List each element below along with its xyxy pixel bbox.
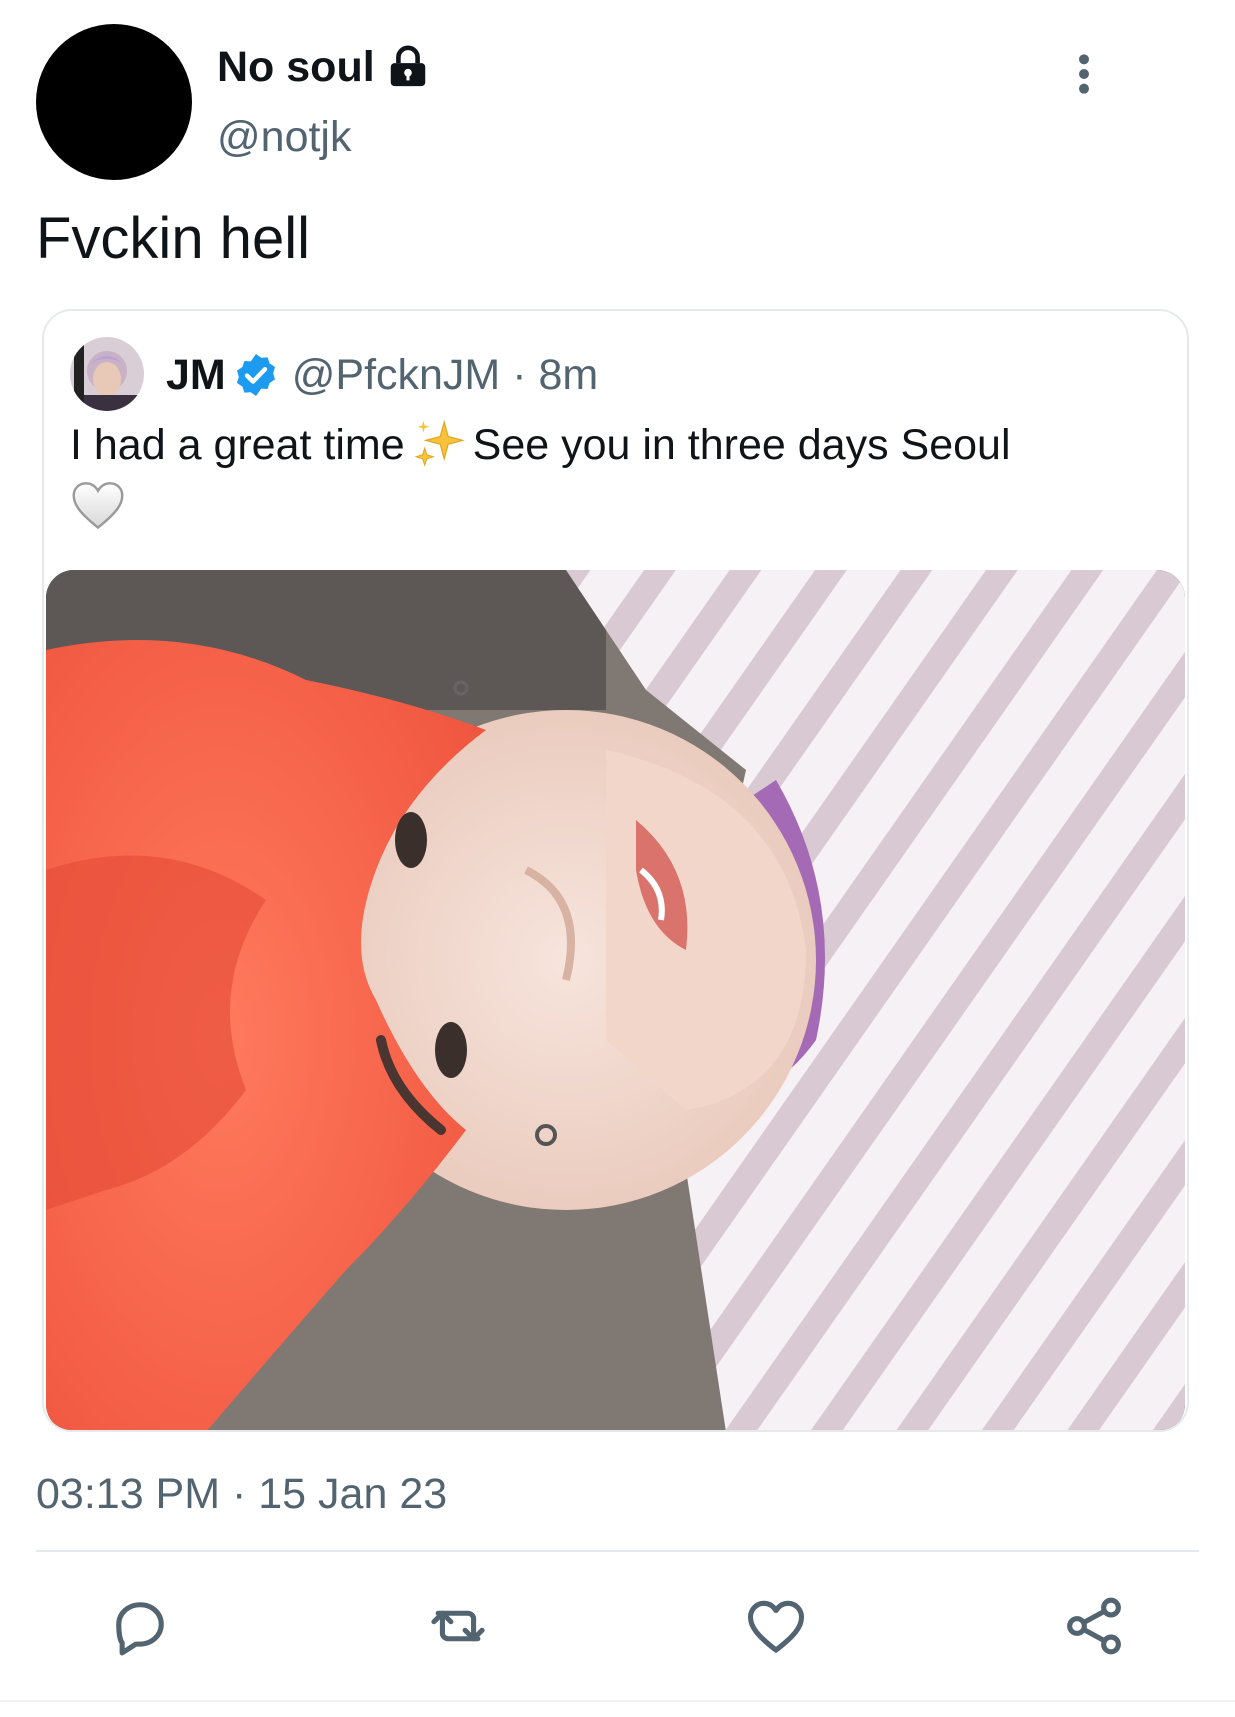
tweet-text: Fvckin hell xyxy=(36,206,310,271)
share-button[interactable] xyxy=(1060,1592,1128,1660)
quoted-tweet-card[interactable]: JM @PfcknJM · 8m I had a great time See … xyxy=(42,309,1189,1432)
sparkles-icon xyxy=(414,419,465,467)
lock-icon xyxy=(390,45,425,87)
quoted-handle-time[interactable]: @PfcknJM · 8m xyxy=(292,349,598,401)
retweet-button[interactable] xyxy=(424,1592,492,1660)
tweet-timestamp[interactable]: 03:13 PM · 15 Jan 23 xyxy=(36,1468,447,1520)
quoted-tweet-text: I had a great time See you in three days… xyxy=(70,417,1160,473)
white-heart-icon xyxy=(72,482,124,530)
reply-icon xyxy=(116,1602,164,1656)
verified-badge-icon xyxy=(236,354,275,396)
share-icon xyxy=(1067,1597,1121,1655)
quoted-display-name[interactable]: JM xyxy=(166,349,226,401)
author-name-row[interactable]: No soul xyxy=(217,42,431,92)
author-display-name[interactable]: No soul xyxy=(217,42,375,92)
author-avatar[interactable] xyxy=(36,24,192,180)
divider xyxy=(36,1550,1199,1552)
author-handle[interactable]: @notjk xyxy=(217,112,351,162)
quoted-header: JM @PfcknJM · 8m xyxy=(166,349,598,401)
reply-button[interactable] xyxy=(106,1592,174,1660)
bottom-divider xyxy=(0,1700,1235,1702)
retweet-icon xyxy=(431,1610,485,1642)
quoted-text-part2: See you in three days Seoul xyxy=(472,421,1011,469)
more-options-icon[interactable] xyxy=(1073,52,1095,96)
quoted-media-photo[interactable] xyxy=(46,570,1185,1430)
quoted-text-part1: I had a great time xyxy=(70,421,405,469)
like-icon xyxy=(747,1600,805,1653)
like-button[interactable] xyxy=(742,1592,810,1660)
tweet: No soul @notjk Fvckin hell JM @PfcknJM ·… xyxy=(0,0,1235,1717)
quoted-author-avatar[interactable] xyxy=(70,337,144,411)
